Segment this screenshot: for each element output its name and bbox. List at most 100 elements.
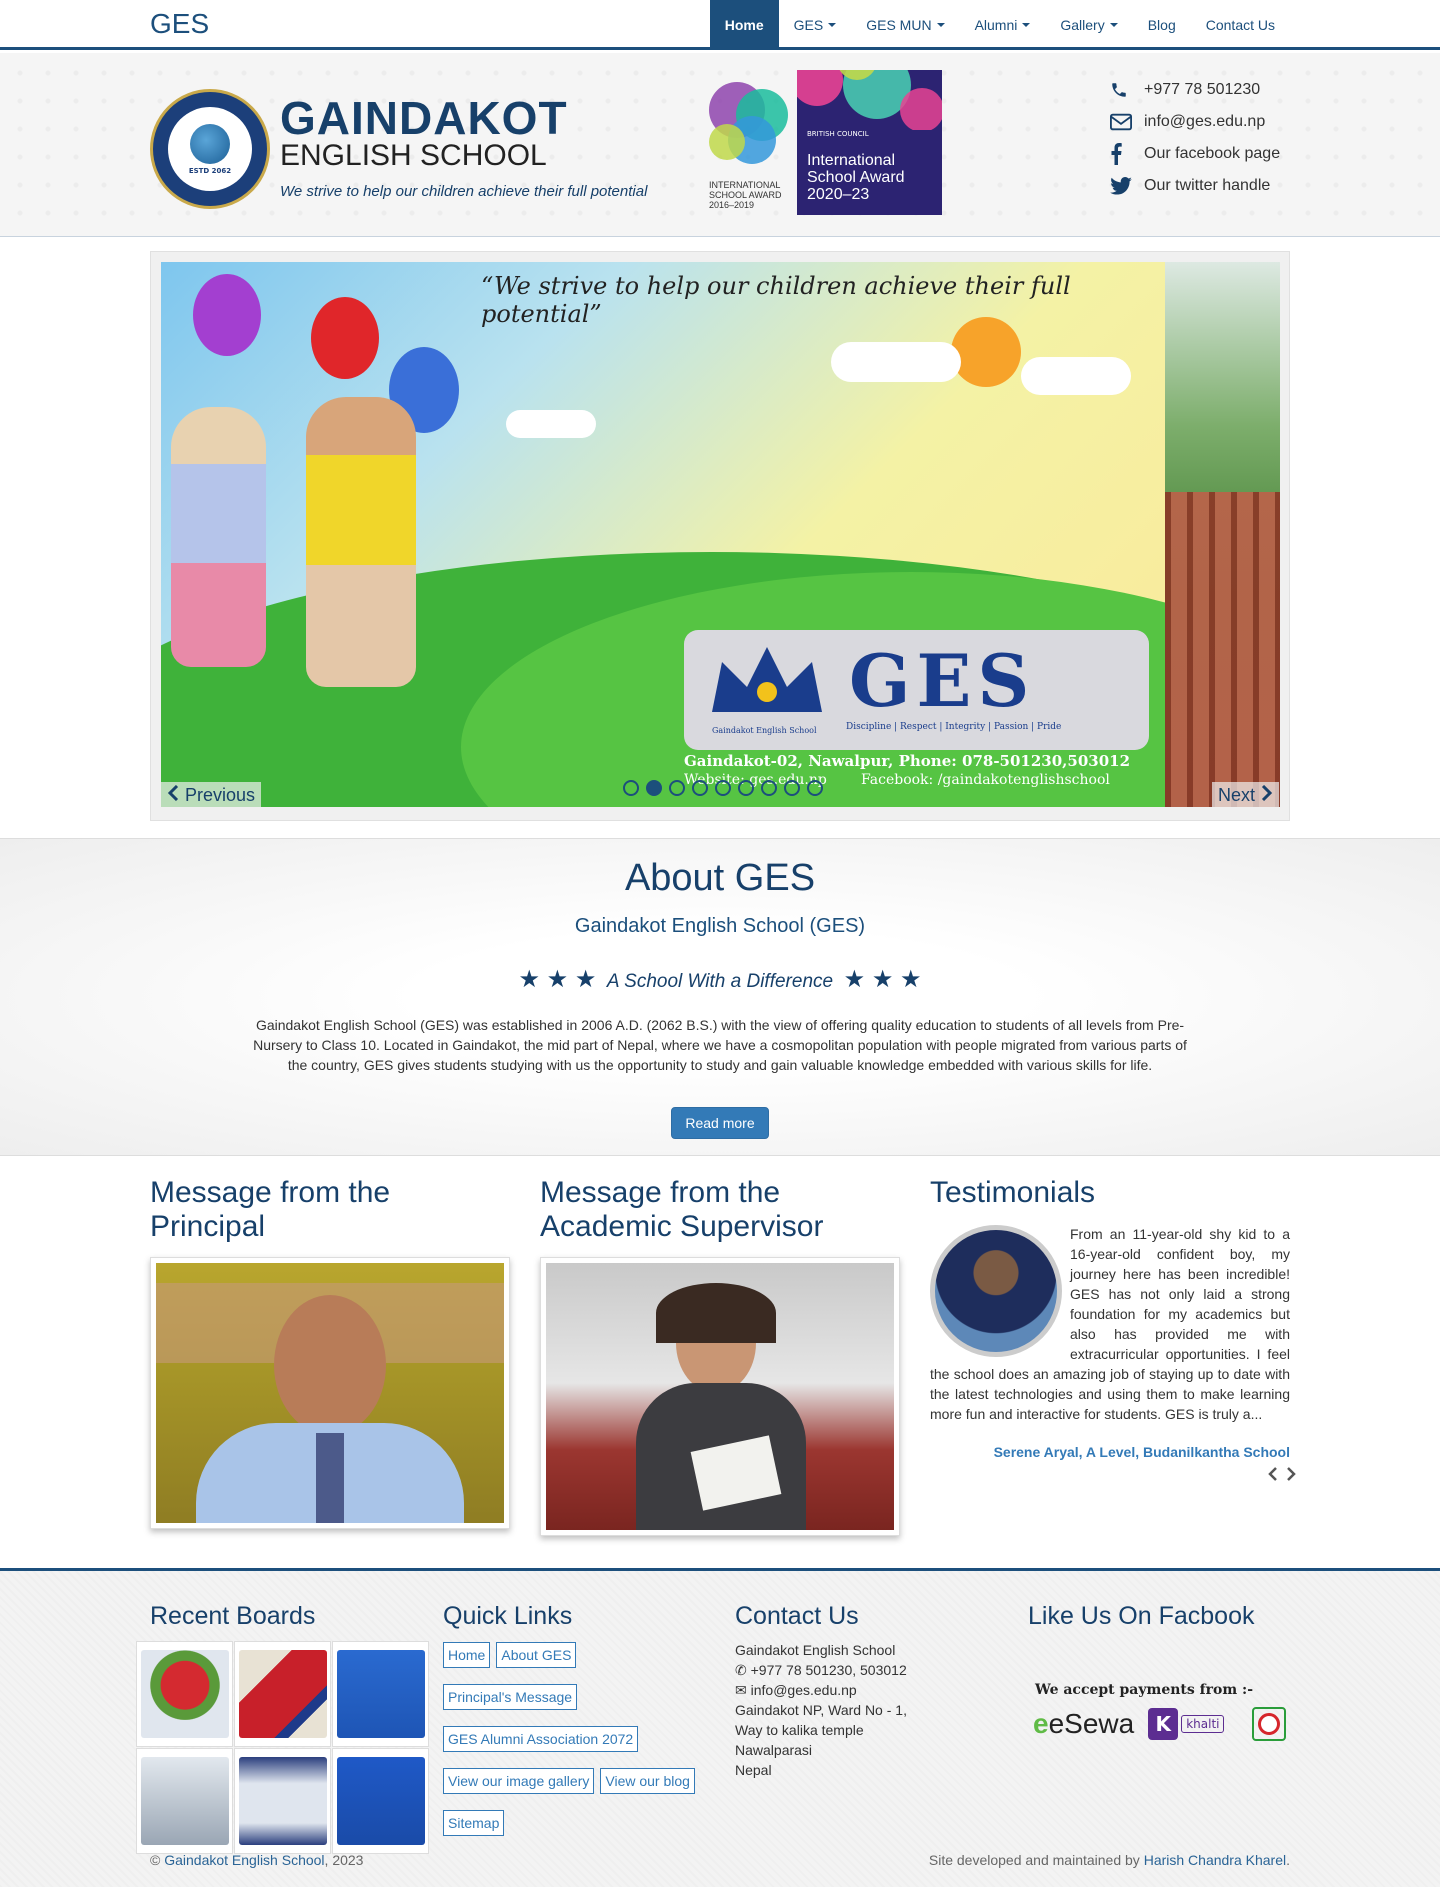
nav-gallery-dropdown[interactable]: Gallery [1045,0,1132,50]
developer-link[interactable]: Harish Chandra Kharel [1144,1852,1286,1868]
rhododendron-image [140,1650,229,1738]
testimonial-author[interactable]: Serene Aryal, A Level, Budanilkantha Sch… [930,1444,1290,1460]
quick-link-gallery[interactable]: View our image gallery [443,1768,595,1794]
bank-logo [1252,1707,1287,1741]
quick-link-sitemap[interactable]: Sitemap [443,1810,505,1836]
carousel-indicator[interactable] [669,780,685,796]
carousel-indicator[interactable] [738,780,754,796]
carousel-prev-button[interactable]: Previous [161,782,262,808]
header-contacts: +977 78 501230 info@ges.edu.np Our faceb… [1110,74,1280,202]
board-thumbnail[interactable] [332,1641,429,1747]
carousel-indicator[interactable] [646,780,662,796]
carousel-next-label: Next [1217,784,1255,805]
chevron-left-icon [167,784,179,806]
nav-contact[interactable]: Contact Us [1191,0,1290,50]
ges-banner-values: Discipline | Respect | Integrity | Passi… [846,722,1062,732]
header-phone[interactable]: +977 78 501230 [1110,74,1280,106]
esewa-label: eSewa [1048,1708,1135,1739]
nav-alumni-label: Alumni [974,17,1018,33]
board-thumbnail[interactable] [332,1748,429,1854]
school-logo: ESTD 2062 [150,89,270,209]
carousel-indicator[interactable] [692,780,708,796]
facebook-icon [1110,143,1144,165]
nav-home[interactable]: Home [709,0,779,50]
header-facebook-text: Our facebook page [1144,145,1281,162]
award-small-line2: SCHOOL AWARD [709,190,782,200]
header-facebook[interactable]: Our facebook page [1110,138,1280,170]
carousel-indicator[interactable] [784,780,800,796]
quick-link-blog[interactable]: View our blog [600,1768,695,1794]
globe-icon [190,123,230,164]
header-twitter[interactable]: Our twitter handle [1110,170,1280,202]
footer-school-name: Gaindakot English School [735,1642,896,1658]
header-email[interactable]: info@ges.edu.np [1110,106,1280,138]
header-email-text: info@ges.edu.np [1144,113,1266,130]
main-nav: Home GES GES MUN Alumni Gallery Blog Con… [709,0,1290,50]
about-subtitle: Gaindakot English School (GES) [574,915,866,937]
star-icon: ★ ★ ★ [518,966,597,993]
ges-banner-card: GES Discipline | Respect | Integrity | P… [684,630,1149,750]
envelope-icon: ✉ [735,1682,747,1698]
board-thumbnail[interactable] [234,1748,331,1854]
readers-board-image [336,1650,425,1738]
child-photo [171,407,266,667]
footer-contact-title: Contact Us [735,1602,859,1630]
school-tagline: We strive to help our children achieve t… [280,183,648,200]
slide-facebook: Facebook: /gaindakotenglishschool [861,772,1110,788]
about-section: About GES Gaindakot English School (GES)… [0,838,1440,1156]
nav-gesmun-dropdown[interactable]: GES MUN [851,0,959,50]
twitter-icon [1110,177,1144,195]
board-thumbnail[interactable] [136,1641,233,1747]
about-body: Gaindakot English School (GES) was estab… [253,1017,1187,1073]
footer-phone: +977 78 501230, 503012 [750,1662,907,1678]
school-name-line2: ENGLISH SCHOOL [280,139,547,172]
carousel-next-button[interactable]: Next [1211,782,1279,808]
quote-board-image [140,1757,229,1845]
quick-link-principal[interactable]: Principal's Message [443,1684,578,1710]
award-small-line3: 2016–2019 [709,200,755,210]
child-photo [306,397,416,687]
caret-down-icon [1022,23,1031,27]
carousel-indicator[interactable] [623,780,639,796]
award-big-council: BRITISH COUNCIL [807,130,869,138]
quick-link-about[interactable]: About GES [496,1642,577,1668]
chevron-right-icon[interactable] [1286,1466,1296,1485]
nav-blog[interactable]: Blog [1133,0,1191,50]
balloon-illustration [193,274,261,356]
footer-address-1: Gaindakot NP, Ward No - 1, [735,1702,907,1718]
nav-alumni-dropdown[interactable]: Alumni [960,0,1046,50]
navbar: GES Home GES GES MUN Alumni Gallery Blog… [0,0,1440,50]
read-more-button[interactable]: Read more [671,1107,769,1139]
quick-link-alumni[interactable]: GES Alumni Association 2072 [443,1726,639,1752]
nav-gallery-label: Gallery [1060,17,1105,33]
brand-link[interactable]: GES [150,8,209,40]
footer-contact: Gaindakot English School ✆ +977 78 50123… [735,1640,907,1780]
nav-ges-label: GES [793,17,824,33]
award-circles-icon [709,82,788,164]
header-twitter-text: Our twitter handle [1144,177,1271,194]
board-thumbnail[interactable] [136,1748,233,1854]
principal-title: Message from the Principal [150,1176,391,1243]
chevron-left-icon[interactable] [1268,1466,1278,1485]
payments-title: We accept payments from :- [1035,1682,1254,1698]
board-thumbnail[interactable] [234,1641,331,1747]
recent-boards-title: Recent Boards [150,1602,316,1630]
supervisor-photo-frame[interactable] [540,1257,900,1536]
footer-email: info@ges.edu.np [750,1682,857,1698]
carousel-indicator[interactable] [715,780,731,796]
star-icon: ★ ★ ★ [843,966,922,993]
recent-boards-grid [136,1641,429,1855]
carousel-indicator[interactable] [761,780,777,796]
khalti-logo: Kkhalti [1148,1708,1225,1740]
about-tagline-text: A School With a Difference [606,971,834,992]
copyright-link[interactable]: Gaindakot English School [164,1852,324,1868]
quick-link-home[interactable]: Home [443,1642,491,1668]
carousel-indicator[interactable] [807,780,823,796]
nav-ges-dropdown[interactable]: GES [779,0,852,50]
principal-photo-frame[interactable] [150,1257,510,1529]
esewa-logo: eeSewa [1033,1708,1135,1739]
quick-links-title: Quick Links [443,1602,573,1630]
slide-address: Gaindakot-02, Nawalpur, Phone: 078-50123… [684,752,1131,770]
nepal-flag-image [238,1650,327,1738]
phone-icon: ✆ [735,1662,747,1678]
